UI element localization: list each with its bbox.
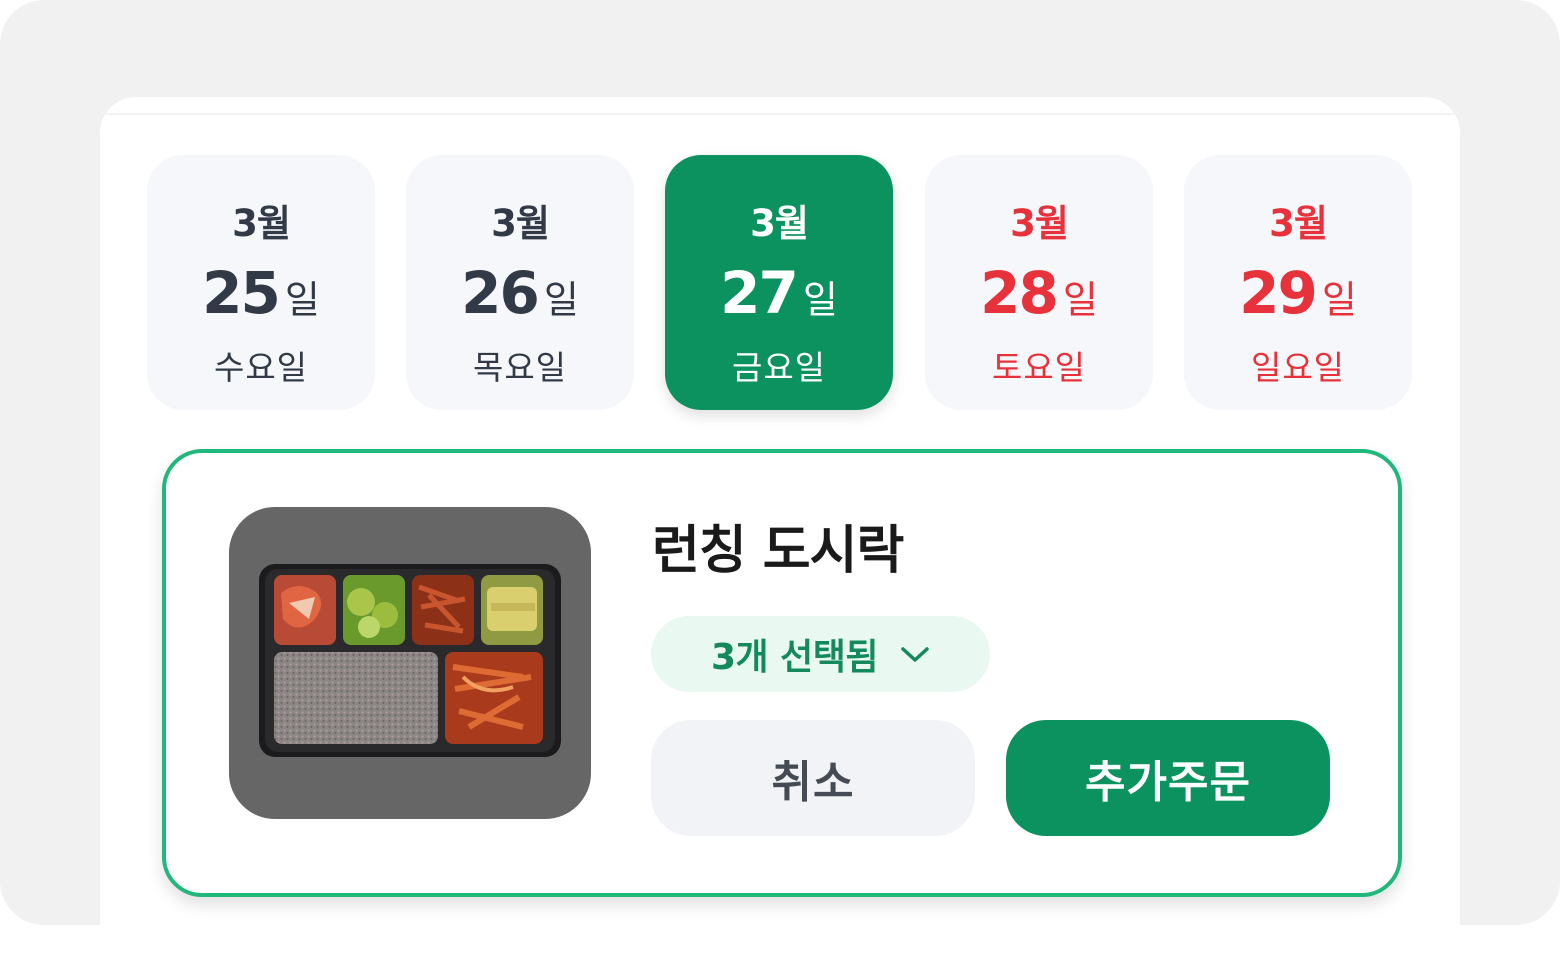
date-day-row: 29 일 — [1239, 259, 1357, 327]
date-day-number: 25 — [202, 259, 281, 327]
date-day-row: 27 일 — [720, 259, 838, 327]
selection-dropdown[interactable]: 3개 선택됨 — [651, 616, 990, 692]
date-day-suffix: 일 — [543, 278, 579, 322]
chevron-down-icon — [900, 645, 930, 669]
date-weekday: 토요일 — [991, 348, 1087, 387]
date-day-suffix: 일 — [1321, 278, 1357, 322]
date-day-row: 28 일 — [980, 259, 1098, 327]
date-weekday: 일요일 — [1250, 348, 1346, 387]
date-day-suffix: 일 — [1062, 278, 1098, 322]
date-month: 3월 — [232, 202, 291, 245]
date-card-25[interactable]: 3월 25 일 수요일 — [147, 155, 375, 410]
date-card-29[interactable]: 3월 29 일 일요일 — [1184, 155, 1412, 410]
date-weekday: 수요일 — [213, 348, 309, 387]
add-order-button[interactable]: 추가주문 — [1006, 720, 1330, 836]
date-month: 3월 — [491, 202, 550, 245]
date-card-26[interactable]: 3월 26 일 목요일 — [406, 155, 634, 410]
date-month: 3월 — [1269, 202, 1328, 245]
date-card-27-selected[interactable]: 3월 27 일 금요일 — [665, 155, 893, 410]
date-month: 3월 — [1010, 202, 1069, 245]
product-title: 런칭 도시락 — [652, 521, 904, 581]
date-weekday: 금요일 — [731, 348, 827, 387]
date-month: 3월 — [750, 202, 809, 245]
date-day-number: 27 — [720, 259, 799, 327]
panel-divider — [100, 113, 1460, 115]
lunchbox-product-image — [229, 507, 591, 819]
date-day-number: 29 — [1239, 259, 1318, 327]
date-day-number: 26 — [461, 259, 540, 327]
date-weekday: 목요일 — [472, 348, 568, 387]
date-day-suffix: 일 — [802, 278, 838, 322]
date-card-28[interactable]: 3월 28 일 토요일 — [925, 155, 1153, 410]
date-day-row: 26 일 — [461, 259, 579, 327]
date-day-number: 28 — [980, 259, 1059, 327]
selection-count-label: 3개 선택됨 — [710, 637, 879, 678]
cancel-button[interactable]: 취소 — [651, 720, 975, 836]
date-day-suffix: 일 — [284, 278, 320, 322]
date-day-row: 25 일 — [202, 259, 320, 327]
